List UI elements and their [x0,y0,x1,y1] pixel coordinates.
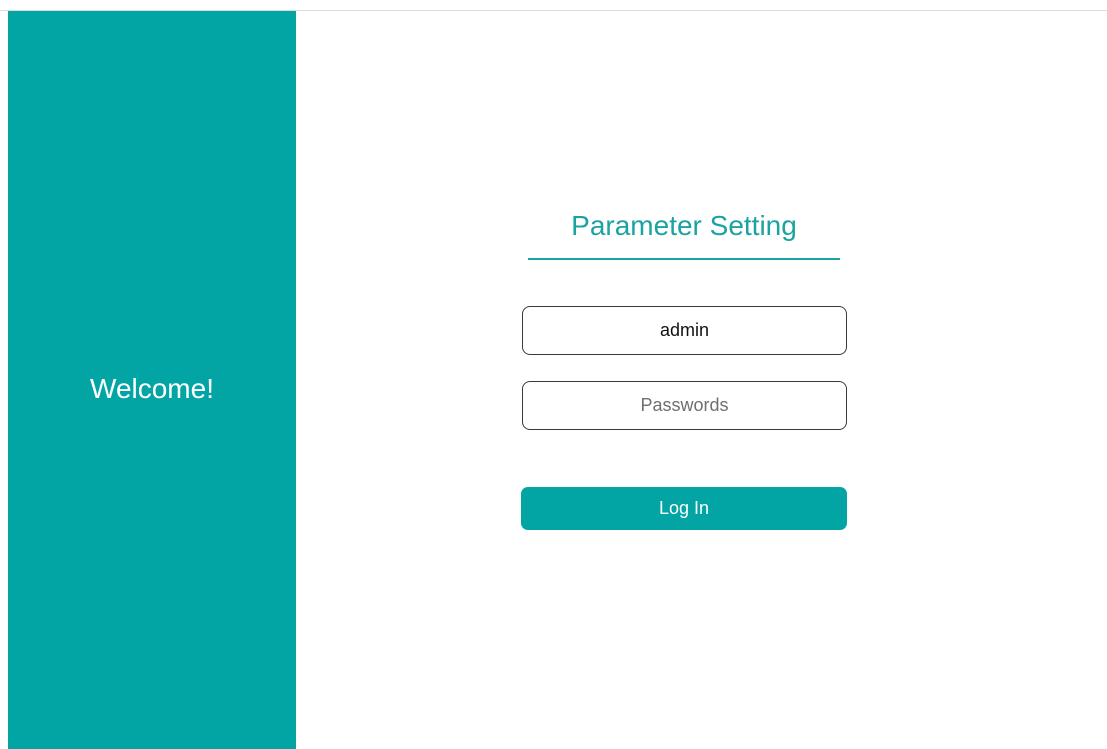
welcome-text: Welcome! [90,373,214,404]
login-button[interactable]: Log In [521,487,847,530]
form-title: Parameter Setting [571,210,797,241]
welcome-panel: Welcome! [8,11,296,749]
username-input[interactable] [522,306,847,355]
password-input[interactable] [522,381,847,430]
login-page: Welcome! Parameter Setting Log In [0,0,1107,749]
title-underline [528,258,840,260]
